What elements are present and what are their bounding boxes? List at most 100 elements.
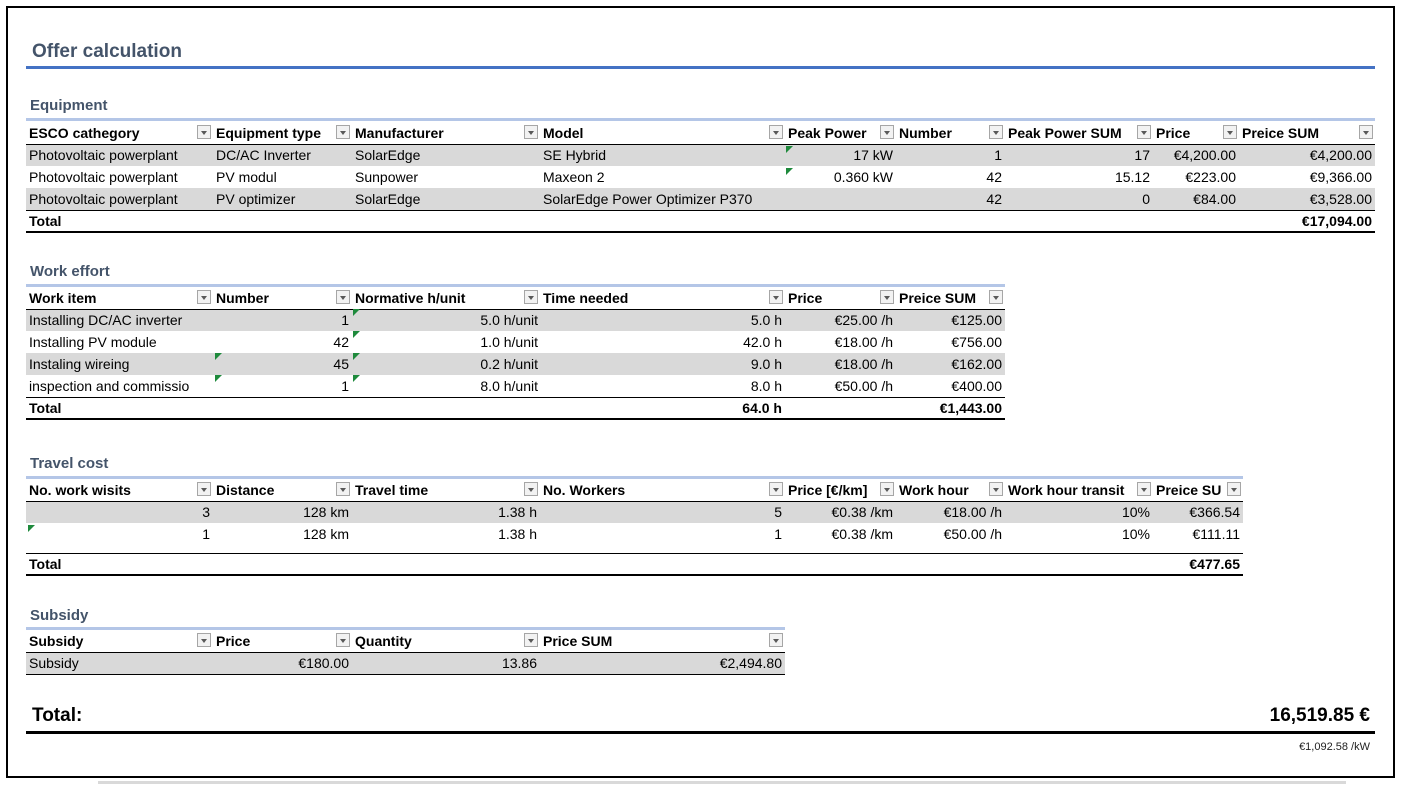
- filter-dropdown-icon[interactable]: [880, 125, 894, 139]
- col-subsidy[interactable]: Subsidy: [26, 630, 213, 653]
- grand-total-rule: [26, 731, 1375, 734]
- filter-dropdown-icon[interactable]: [769, 633, 783, 647]
- col-price-sum[interactable]: Price SUM: [540, 630, 785, 653]
- filter-dropdown-icon[interactable]: [197, 633, 211, 647]
- error-indicator-icon: [353, 331, 360, 338]
- subsidy-table: Subsidy Price Quantity Price SUM Subsidy…: [26, 630, 785, 675]
- error-indicator-icon: [786, 146, 793, 153]
- filter-dropdown-icon[interactable]: [336, 290, 350, 304]
- work-section-title: Work effort: [30, 263, 110, 280]
- grand-total-value[interactable]: 16,519.85 €: [1270, 705, 1370, 727]
- equipment-section-title: Equipment: [30, 97, 108, 114]
- col-preice-sum[interactable]: Preice SUM: [1239, 122, 1375, 145]
- col-preice-sum[interactable]: Preice SUM: [896, 287, 1005, 310]
- subsidy-section-title: Subsidy: [30, 607, 89, 624]
- table-row[interactable]: inspection and commissio 1 8.0 h/unit 8.…: [26, 375, 1005, 397]
- filter-dropdown-icon[interactable]: [524, 125, 538, 139]
- error-indicator-icon: [353, 309, 360, 316]
- filter-dropdown-icon[interactable]: [989, 482, 1003, 496]
- filter-dropdown-icon[interactable]: [880, 482, 894, 496]
- equipment-total-value[interactable]: €17,094.00: [1239, 209, 1375, 233]
- table-row[interactable]: Installing DC/AC inverter 1 5.0 h/unit 5…: [26, 309, 1005, 331]
- travel-section-title: Travel cost: [30, 455, 109, 472]
- horizontal-scrollbar[interactable]: [98, 781, 1346, 784]
- col-work-item[interactable]: Work item: [26, 287, 213, 310]
- col-model[interactable]: Model: [540, 122, 785, 145]
- filter-dropdown-icon[interactable]: [880, 290, 894, 304]
- filter-dropdown-icon[interactable]: [769, 482, 783, 496]
- col-work-hour-transit[interactable]: Work hour transit: [1005, 479, 1153, 502]
- filter-dropdown-icon[interactable]: [336, 125, 350, 139]
- table-row[interactable]: Photovoltaic powerplant PV modul Sunpowe…: [26, 166, 1375, 188]
- travel-cost-table: No. work wisits Distance Travel time No.…: [26, 479, 1243, 576]
- col-work-hour[interactable]: Work hour: [896, 479, 1005, 502]
- table-row[interactable]: 3 128 km 1.38 h 5 €0.38 /km €18.00 /h 10…: [26, 501, 1243, 523]
- equipment-section-rule: [26, 118, 1375, 121]
- travel-total-value[interactable]: €477.65: [1153, 553, 1243, 576]
- col-number[interactable]: Number: [213, 287, 352, 310]
- col-peak-power-sum[interactable]: Peak Power SUM: [1005, 122, 1153, 145]
- col-price[interactable]: Price: [213, 630, 352, 653]
- filter-dropdown-icon[interactable]: [197, 125, 211, 139]
- error-indicator-icon: [786, 168, 793, 175]
- title-divider: [26, 66, 1375, 69]
- filter-dropdown-icon[interactable]: [769, 290, 783, 304]
- col-manufacturer[interactable]: Manufacturer: [352, 122, 540, 145]
- col-esco-cathegory[interactable]: ESCO cathegory: [26, 122, 213, 145]
- col-distance[interactable]: Distance: [213, 479, 352, 502]
- col-peak-power[interactable]: Peak Power: [785, 122, 896, 145]
- col-number[interactable]: Number: [896, 122, 1005, 145]
- table-row[interactable]: Photovoltaic powerplant DC/AC Inverter S…: [26, 144, 1375, 166]
- filter-dropdown-icon[interactable]: [1137, 125, 1151, 139]
- filter-dropdown-icon[interactable]: [1223, 125, 1237, 139]
- col-price[interactable]: Price: [1153, 122, 1239, 145]
- price-per-kw[interactable]: €1,092.58 /kW: [1299, 741, 1370, 753]
- error-indicator-icon: [215, 375, 222, 382]
- filter-dropdown-icon[interactable]: [1137, 482, 1151, 496]
- col-time-needed[interactable]: Time needed: [540, 287, 785, 310]
- table-row[interactable]: Instaling wireing 45 0.2 h/unit 9.0 h €1…: [26, 353, 1005, 375]
- equipment-header-row: ESCO cathegory Equipment type Manufactur…: [26, 122, 1375, 145]
- spacer-row: [26, 545, 1243, 554]
- error-indicator-icon: [353, 375, 360, 382]
- filter-dropdown-icon[interactable]: [197, 482, 211, 496]
- col-normative-h-unit[interactable]: Normative h/unit: [352, 287, 540, 310]
- total-row: Total €17,094.00: [26, 209, 1375, 233]
- work-total-time[interactable]: 64.0 h: [540, 396, 785, 420]
- table-row[interactable]: 1 128 km 1.38 h 1 €0.38 /km €50.00 /h 10…: [26, 523, 1243, 545]
- col-price-per-km[interactable]: Price [€/km]: [785, 479, 896, 502]
- col-quantity[interactable]: Quantity: [352, 630, 540, 653]
- error-indicator-icon: [353, 353, 360, 360]
- col-no-work-wisits[interactable]: No. work wisits: [26, 479, 213, 502]
- col-no-workers[interactable]: No. Workers: [540, 479, 785, 502]
- table-row[interactable]: Installing PV module 42 1.0 h/unit 42.0 …: [26, 331, 1005, 353]
- filter-dropdown-icon[interactable]: [1359, 125, 1373, 139]
- col-travel-time[interactable]: Travel time: [352, 479, 540, 502]
- filter-dropdown-icon[interactable]: [336, 482, 350, 496]
- filter-dropdown-icon[interactable]: [524, 482, 538, 496]
- filter-dropdown-icon[interactable]: [197, 290, 211, 304]
- col-price[interactable]: Price: [785, 287, 896, 310]
- filter-dropdown-icon[interactable]: [769, 125, 783, 139]
- filter-dropdown-icon[interactable]: [336, 633, 350, 647]
- table-row[interactable]: Subsidy €180.00 13.86 €2,494.80: [26, 652, 785, 675]
- grand-total-label: Total:: [32, 705, 83, 726]
- total-row: Total 64.0 h €1,443.00: [26, 396, 1005, 420]
- error-indicator-icon: [215, 353, 222, 360]
- filter-dropdown-icon[interactable]: [524, 290, 538, 304]
- filter-dropdown-icon[interactable]: [1227, 482, 1241, 496]
- table-row[interactable]: Photovoltaic powerplant PV optimizer Sol…: [26, 188, 1375, 210]
- work-effort-table: Work item Number Normative h/unit Time n…: [26, 287, 1005, 420]
- travel-header-row: No. work wisits Distance Travel time No.…: [26, 479, 1243, 502]
- work-total-value[interactable]: €1,443.00: [896, 396, 1005, 420]
- filter-dropdown-icon[interactable]: [989, 290, 1003, 304]
- filter-dropdown-icon[interactable]: [524, 633, 538, 647]
- error-indicator-icon: [28, 525, 35, 532]
- subsidy-header-row: Subsidy Price Quantity Price SUM: [26, 630, 785, 653]
- total-row: Total €477.65: [26, 553, 1243, 576]
- page-title: Offer calculation: [32, 41, 182, 62]
- col-equipment-type[interactable]: Equipment type: [213, 122, 352, 145]
- col-preice-su[interactable]: Preice SU: [1153, 479, 1243, 502]
- work-header-row: Work item Number Normative h/unit Time n…: [26, 287, 1005, 310]
- filter-dropdown-icon[interactable]: [989, 125, 1003, 139]
